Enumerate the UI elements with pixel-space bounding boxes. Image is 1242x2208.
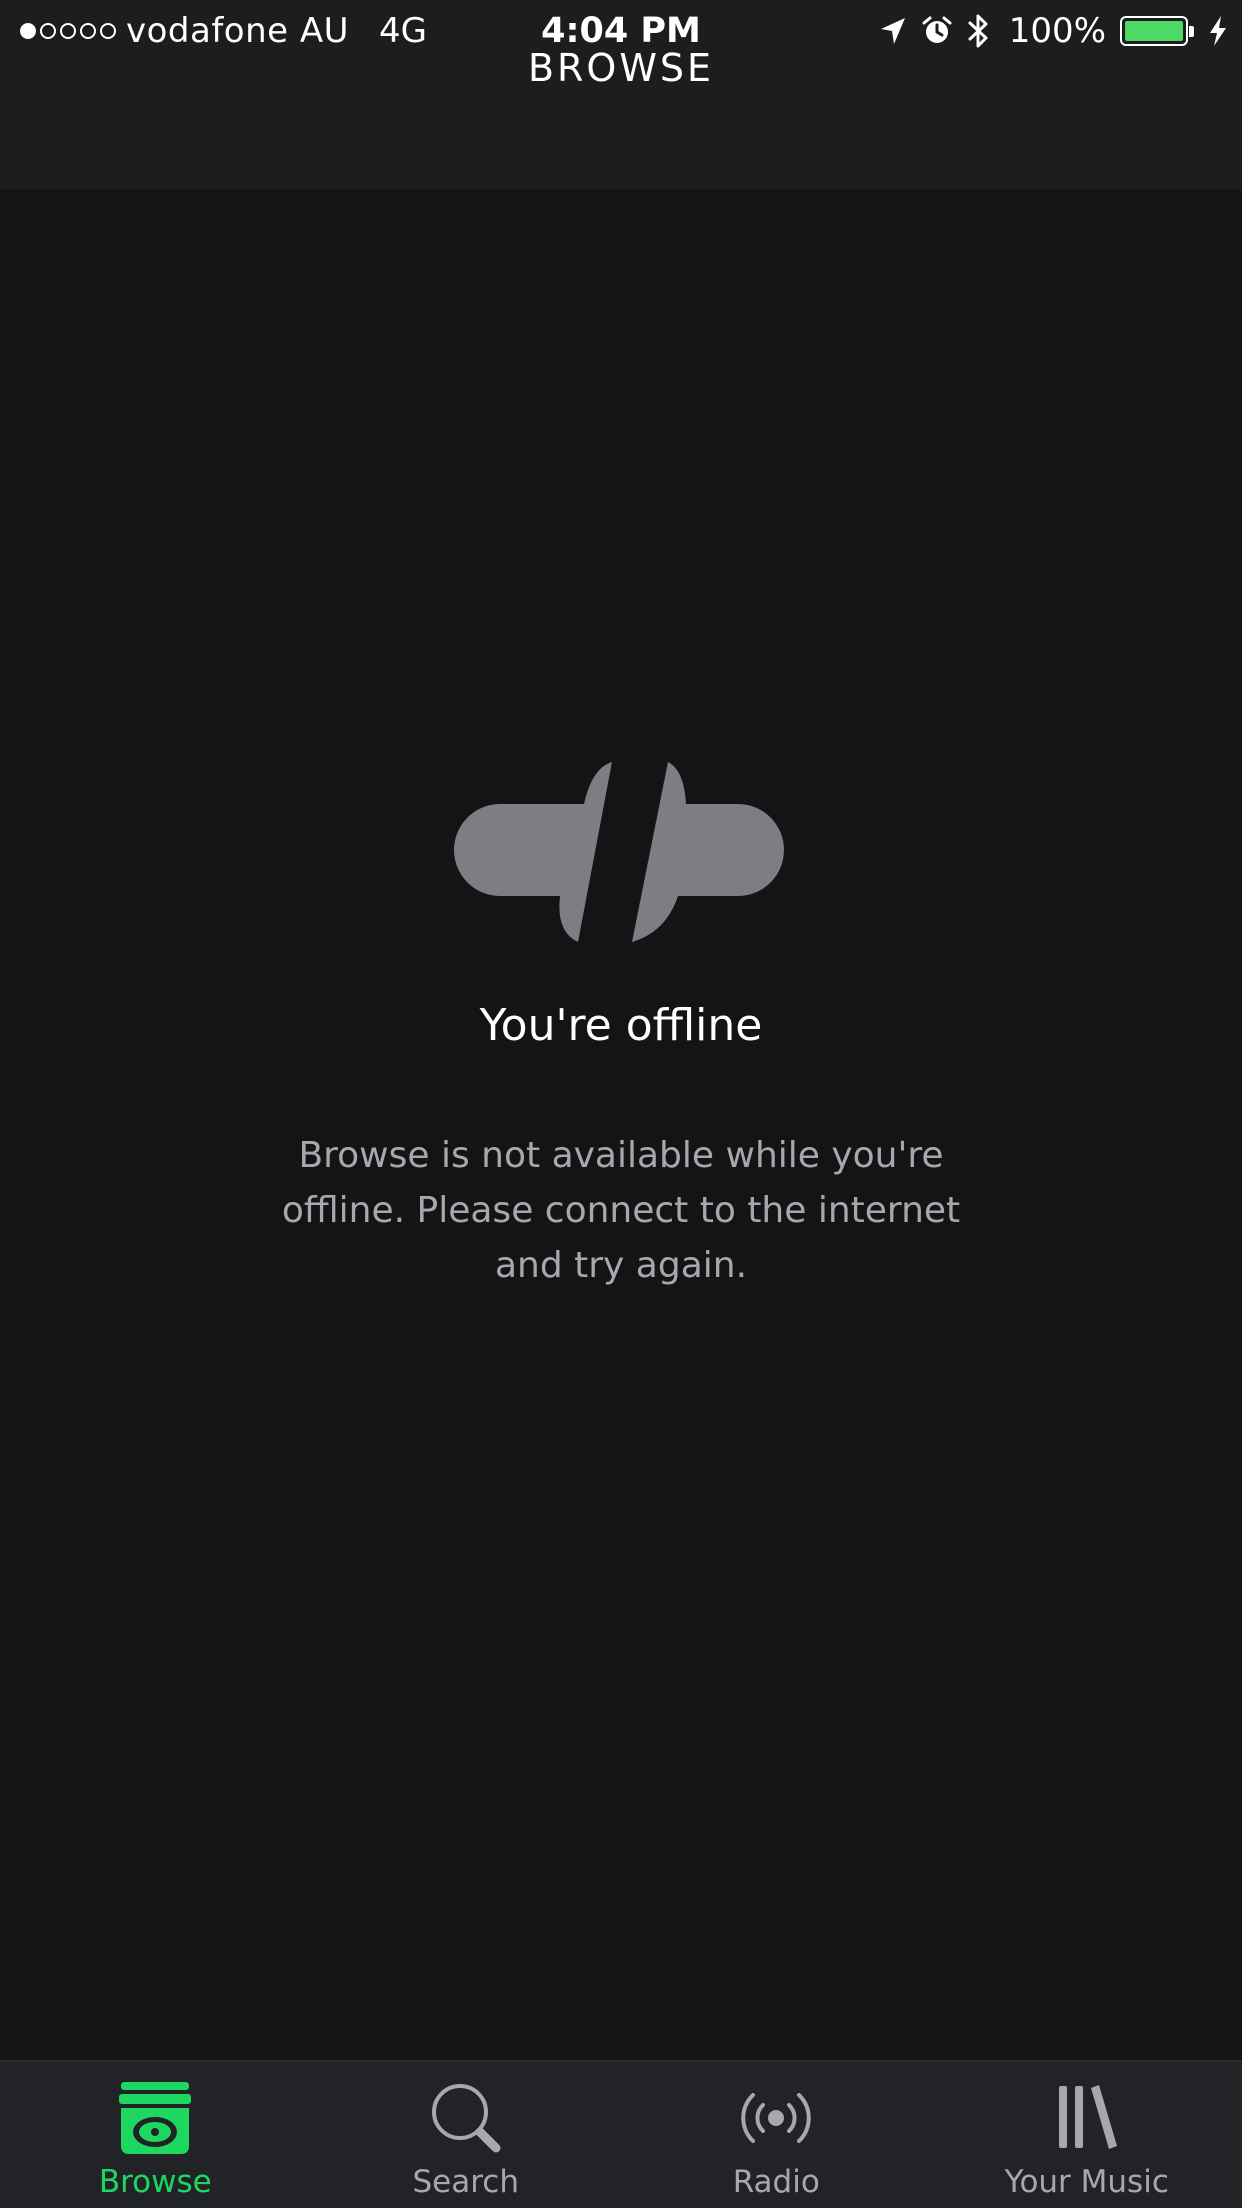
tab-browse[interactable]: Browse — [0, 2062, 311, 2208]
offline-message: Browse is not available while you're off… — [281, 1135, 961, 1286]
radio-icon — [741, 2093, 811, 2143]
library-icon — [1058, 2085, 1117, 2149]
disconnected-icon — [454, 762, 784, 942]
tab-search[interactable]: Search — [311, 2062, 622, 2208]
main-content: You're offline Browse is not available w… — [0, 190, 1242, 2060]
browse-icon — [119, 2082, 192, 2154]
navigation-bar: BROWSE — [0, 46, 1242, 190]
search-icon — [431, 2084, 501, 2153]
tab-radio-label: Radio — [732, 2164, 820, 2200]
tab-your-music-label: Your Music — [1004, 2164, 1169, 2200]
page-title: BROWSE — [527, 46, 715, 90]
tab-your-music[interactable]: Your Music — [932, 2062, 1242, 2208]
offline-title: You're offline — [479, 1000, 763, 1051]
tab-search-label: Search — [412, 2164, 519, 2200]
tab-bar: Browse Search Radio Your Music — [0, 2060, 1242, 2208]
tab-browse-label: Browse — [98, 2164, 212, 2200]
tab-radio[interactable]: Radio — [621, 2062, 932, 2208]
